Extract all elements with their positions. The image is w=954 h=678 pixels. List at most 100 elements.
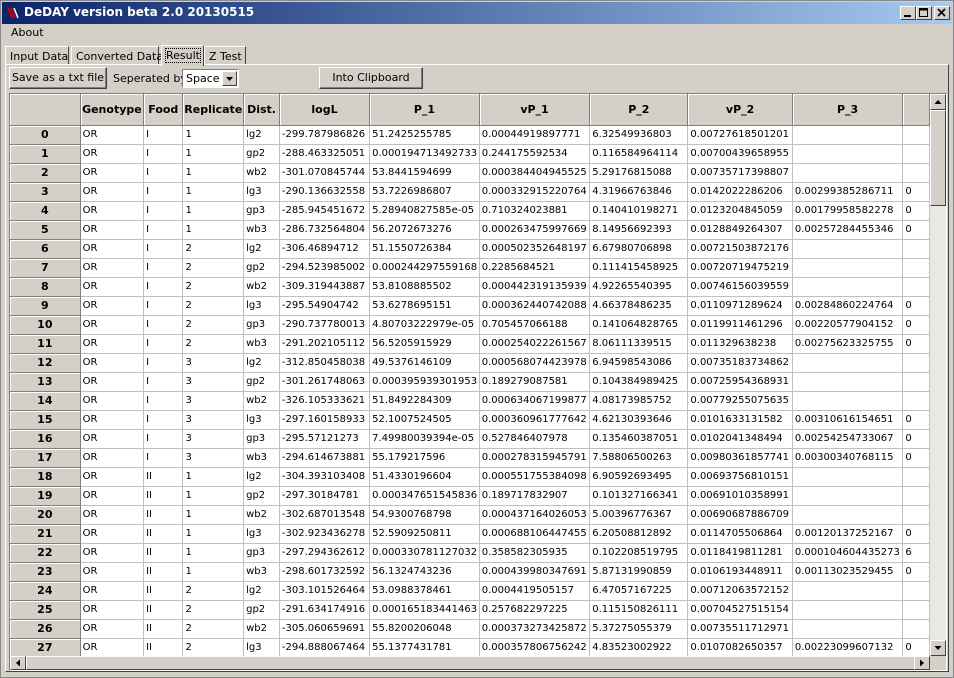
tab-z-test[interactable]: Z Test [204, 46, 246, 65]
column-header[interactable]: P_3 [792, 94, 904, 126]
table-cell[interactable] [902, 505, 930, 525]
table-cell[interactable]: 0.00044919897771 [479, 125, 591, 145]
table-cell[interactable]: OR [80, 163, 145, 183]
table-row[interactable]: 11 OR I 2 wb3 -291.202105112 56.5205915929 0.00… [10, 334, 930, 354]
table-cell[interactable]: 0 [902, 524, 930, 544]
table-cell[interactable]: 5.87131990859 [589, 562, 689, 582]
table-cell[interactable]: 0.115150826111 [589, 600, 689, 620]
table-cell[interactable]: 2 [182, 619, 245, 639]
table-cell[interactable]: -294.888067464 [279, 638, 371, 656]
table-cell[interactable]: 0.141064828765 [589, 315, 689, 335]
table-cell[interactable]: OR [80, 125, 145, 145]
row-index[interactable]: 15 [10, 410, 81, 430]
table-cell[interactable]: 0.000439980347691 [479, 562, 591, 582]
table-cell[interactable]: OR [80, 239, 145, 259]
table-cell[interactable]: -285.945451672 [279, 201, 371, 221]
table-cell[interactable]: 0.0106193448911 [687, 562, 793, 582]
table-cell[interactable]: 53.8108885502 [369, 277, 480, 297]
title-bar[interactable]: DeDAY version beta 2.0 20130515 [2, 2, 952, 24]
column-header[interactable]: Genotype [80, 94, 145, 126]
table-cell[interactable] [902, 163, 930, 183]
tab-result[interactable]: Result [161, 45, 204, 66]
table-cell[interactable]: I [143, 353, 184, 373]
table-cell[interactable]: 0 [902, 410, 930, 430]
table-cell[interactable]: -306.46894712 [279, 239, 371, 259]
table-cell[interactable]: 0.101327166341 [589, 486, 689, 506]
table-cell[interactable]: 0.00746156039559 [687, 277, 793, 297]
table-cell[interactable]: -301.261748063 [279, 372, 371, 392]
table-cell[interactable]: 0 [902, 562, 930, 582]
table-cell[interactable]: 1 [182, 467, 245, 487]
table-cell[interactable]: I [143, 201, 184, 221]
table-cell[interactable]: II [143, 505, 184, 525]
table-cell[interactable]: 0.257682297225 [479, 600, 591, 620]
table-cell[interactable]: 0.527846407978 [479, 429, 591, 449]
table-cell[interactable]: II [143, 543, 184, 563]
table-cell[interactable]: 0.000568074423978 [479, 353, 591, 373]
table-cell[interactable] [792, 125, 904, 145]
table-cell[interactable]: I [143, 296, 184, 316]
table-cell[interactable]: -294.614673881 [279, 448, 371, 468]
table-cell[interactable]: 0 [902, 429, 930, 449]
table-cell[interactable]: 0.000330781127032 [369, 543, 480, 563]
maximize-button[interactable] [916, 6, 932, 20]
table-cell[interactable]: 0.710324023881 [479, 201, 591, 221]
table-row[interactable]: 16 OR I 3 gp3 -295.57121273 7.49980039394e-05 0… [10, 429, 930, 449]
close-button[interactable] [934, 6, 950, 20]
table-cell[interactable]: -297.294362612 [279, 543, 371, 563]
table-cell[interactable]: 0.00735717398807 [687, 163, 793, 183]
table-cell[interactable]: 5.28940827585e-05 [369, 201, 480, 221]
table-cell[interactable]: 3 [182, 372, 245, 392]
table-cell[interactable]: 0.111415458925 [589, 258, 689, 278]
table-cell[interactable]: 4.62130393646 [589, 410, 689, 430]
table-cell[interactable]: 2 [182, 239, 245, 259]
table-cell[interactable]: -299.787986826 [279, 125, 371, 145]
table-cell[interactable]: wb3 [243, 334, 280, 354]
horizontal-scroll-thumb[interactable] [26, 656, 922, 670]
table-cell[interactable]: 55.179217596 [369, 448, 480, 468]
column-header[interactable]: P_1 [369, 94, 480, 126]
table-cell[interactable]: 0.000263475997669 [479, 220, 591, 240]
table-cell[interactable] [792, 277, 904, 297]
table-cell[interactable]: 0.00690687886709 [687, 505, 793, 525]
table-cell[interactable]: 0.00254254733067 [792, 429, 904, 449]
table-row[interactable]: 8 OR I 2 wb2 -309.319443887 53.8108885502 0.000… [10, 277, 930, 297]
table-cell[interactable]: 0.102208519795 [589, 543, 689, 563]
table-cell[interactable]: 0.0107082650357 [687, 638, 793, 656]
table-cell[interactable]: I [143, 163, 184, 183]
table-cell[interactable]: -305.060659691 [279, 619, 371, 639]
table-cell[interactable]: gp2 [243, 600, 280, 620]
table-row[interactable]: 7 OR I 2 gp2 -294.523985002 0.000244297559168 0… [10, 258, 930, 278]
table-cell[interactable]: gp3 [243, 543, 280, 563]
table-cell[interactable]: I [143, 277, 184, 297]
table-cell[interactable]: 1 [182, 144, 245, 164]
table-cell[interactable]: OR [80, 448, 145, 468]
table-cell[interactable]: -295.54904742 [279, 296, 371, 316]
table-cell[interactable]: 0.00720719475219 [687, 258, 793, 278]
table-cell[interactable]: wb2 [243, 505, 280, 525]
table-cell[interactable]: OR [80, 619, 145, 639]
table-cell[interactable]: 1 [182, 562, 245, 582]
table-cell[interactable]: lg2 [243, 125, 280, 145]
table-cell[interactable]: 6.94598543086 [589, 353, 689, 373]
table-cell[interactable]: OR [80, 258, 145, 278]
row-index[interactable]: 20 [10, 505, 81, 525]
table-cell[interactable] [902, 581, 930, 601]
table-cell[interactable]: 0.000194713492733 [369, 144, 480, 164]
table-cell[interactable]: 0.000634067199877 [479, 391, 591, 411]
table-cell[interactable]: 53.8441594699 [369, 163, 480, 183]
table-cell[interactable]: 0.00712063572152 [687, 581, 793, 601]
table-cell[interactable]: 0 [902, 638, 930, 656]
table-cell[interactable]: 6.20508812892 [589, 524, 689, 544]
table-cell[interactable] [792, 581, 904, 601]
table-cell[interactable]: OR [80, 334, 145, 354]
table-cell[interactable]: 0 [902, 448, 930, 468]
table-cell[interactable]: 0.135460387051 [589, 429, 689, 449]
table-cell[interactable]: OR [80, 505, 145, 525]
table-cell[interactable]: 55.1377431781 [369, 638, 480, 656]
table-cell[interactable]: 0.000384404945525 [479, 163, 591, 183]
table-cell[interactable]: 0.00220577904152 [792, 315, 904, 335]
table-cell[interactable]: gp3 [243, 429, 280, 449]
table-row[interactable]: 23 OR II 1 wb3 -298.601732592 56.1324743236 0.0… [10, 562, 930, 582]
table-cell[interactable]: -326.105333621 [279, 391, 371, 411]
